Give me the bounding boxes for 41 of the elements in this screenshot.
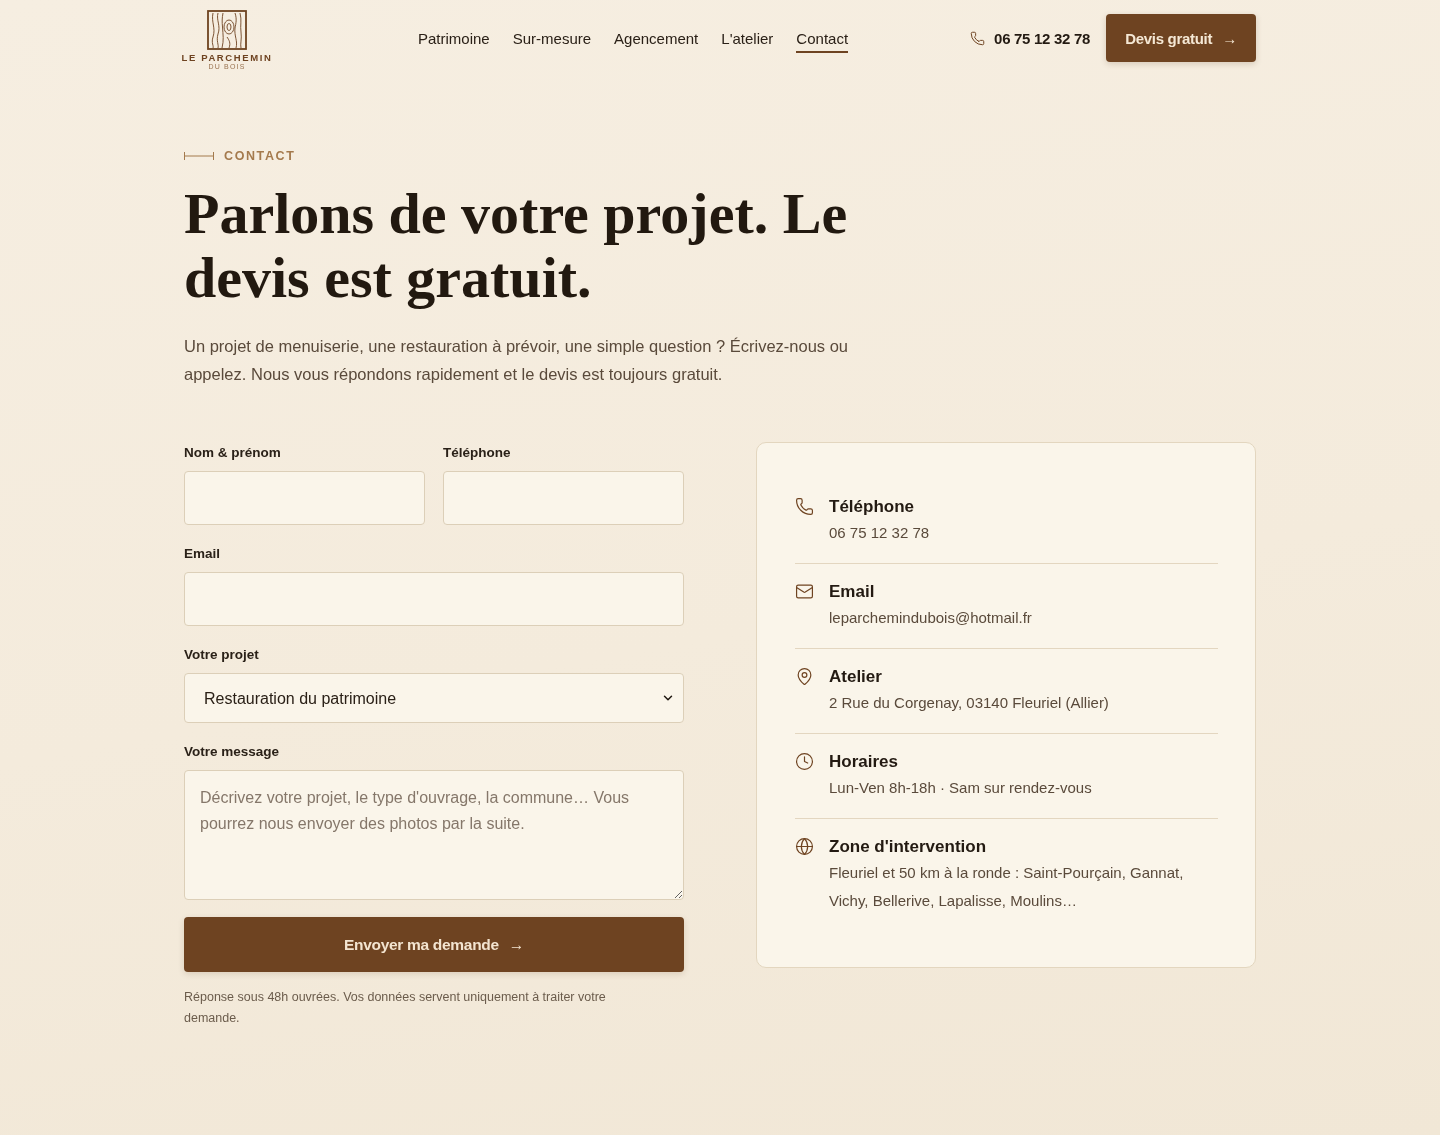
info-value: 2 Rue du Corgenay, 03140 Fleuriel (Allier)	[829, 693, 1110, 713]
globe-icon	[795, 837, 814, 856]
message-textarea[interactable]: Décrivez votre projet, le type d'ouvrage, la commune… Vous pourrez nous envoyer des photos par la suite.	[184, 770, 684, 900]
privacy-note: Réponse sous 48h ouvrées. Vos données servent uniquement à traiter votre demande.	[184, 989, 607, 1027]
info-value: Lun-Ven 8h-18h · Sam sur rendez-vous	[829, 778, 1093, 798]
map-pin-icon	[795, 667, 814, 686]
quote-button[interactable]: Devis gratuit →	[1106, 14, 1256, 62]
info-title: Horaires	[829, 751, 899, 773]
page-title: Parlons de votre projet. Le devis est gratuit.	[184, 182, 849, 310]
text-input-field[interactable]	[184, 471, 425, 525]
project-select[interactable]: Restauration du patrimoine	[184, 673, 684, 723]
field-label: Votre message	[184, 744, 281, 760]
phone-number-link[interactable]: 06 75 12 32 78	[829, 519, 930, 547]
field-label: Votre projet	[184, 647, 260, 663]
info-value: Fleuriel et 50 km à la ronde : Saint-Pourçain, Gannat, Vichy, Bellerive, Lapalisse, Moulins…	[829, 863, 1185, 911]
info-title: Atelier	[829, 666, 883, 688]
logo-text[interactable]: LE PARCHEMIN	[181, 51, 273, 63]
field-label: Nom & prénom	[184, 445, 282, 461]
submit-button[interactable]: Envoyer ma demande →	[184, 917, 684, 972]
text-input-field[interactable]	[184, 572, 684, 626]
nav-link[interactable]: L'atelier	[721, 23, 774, 53]
info-title: Téléphone	[829, 496, 915, 518]
phone-link[interactable]: 06 75 12 32 78	[970, 29, 1090, 47]
email-address-link[interactable]: leparchemindubois@hotmail.fr	[829, 604, 1032, 632]
dimension-line-icon	[184, 152, 214, 160]
phone-icon	[795, 497, 814, 516]
text-input-field[interactable]	[443, 471, 684, 525]
nav-link[interactable]: Contact	[796, 23, 849, 53]
wood-grain-square-icon	[207, 9, 247, 50]
intro-paragraph: Un projet de menuiserie, une restauration à prévoir, une simple question ? Écrivez-nous ou appelez. Nous vous répondons rapidement et le devis est toujours gratuit.	[184, 336, 850, 385]
section-eyebrow: CONTACT	[224, 148, 296, 164]
info-title: Zone d'intervention	[829, 836, 988, 858]
nav-link[interactable]: Agencement	[614, 23, 699, 53]
clock-icon	[795, 752, 814, 771]
nav-link[interactable]: Patrimoine	[418, 23, 490, 53]
info-title: Email	[829, 581, 876, 603]
envelope-icon	[795, 582, 814, 601]
phone-icon	[970, 30, 986, 46]
nav-link[interactable]: Sur-mesure	[512, 23, 592, 53]
field-label: Téléphone	[443, 445, 512, 461]
field-label: Email	[184, 546, 222, 562]
